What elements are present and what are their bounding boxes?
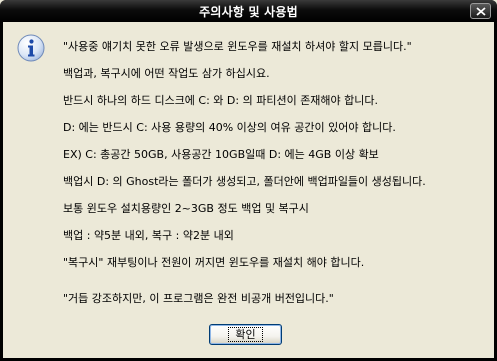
message-line-1: "사용중 얘기치 못한 오류 발생으로 윈도우를 재설치 하셔야 할지 모릅니다… [63,40,412,53]
message-line-8: 백업 : 약5분 내외, 복구 : 약2분 내외 [63,229,234,242]
message-line-10: "거듭 강조하지만, 이 프로그램은 완전 비공개 버전입니다." [63,292,334,305]
window-title: 주의사항 및 사용법 [199,5,298,19]
title-bar[interactable]: 주의사항 및 사용법 [0,0,497,22]
message-line-9: "복구시" 재부팅이나 전원이 꺼지면 윈도우를 재설치 해야 합니다. [63,256,365,269]
message-line-2: 백업과, 복구시에 어떤 작업도 삼가 하십시요. [63,67,270,80]
ok-button[interactable]: 확인 [209,324,282,345]
dialog-body: "사용중 얘기치 못한 오류 발생으로 윈도우를 재설치 하셔야 할지 모릅니다… [3,22,494,358]
message-line-7: 보통 윈도우 설치용량인 2~3GB 정도 백업 및 복구시 [63,202,309,215]
ok-button-label: 확인 [228,327,263,342]
message-line-4: D: 에는 반드시 C: 사용 용량의 40% 이상의 여유 공간이 있어야 합… [63,121,396,134]
dialog-window: 주의사항 및 사용법 "사용중 얘기치 못한 오류 발생으로 윈도우를 재설치 … [0,0,497,361]
close-icon [476,7,486,16]
message-line-3: 반드시 하나의 하드 디스크에 C: 와 D: 의 파티션이 존재해야 합니다. [63,94,379,107]
message-line-5: EX) C: 총공간 50GB, 사용공간 10GB일때 D: 에는 4GB 이… [63,148,379,161]
close-button[interactable] [470,3,491,19]
info-icon [17,34,45,62]
message-line-6: 백업시 D: 의 Ghost라는 폴더가 생성되고, 폴더안에 백업파일들이 생… [63,175,426,188]
